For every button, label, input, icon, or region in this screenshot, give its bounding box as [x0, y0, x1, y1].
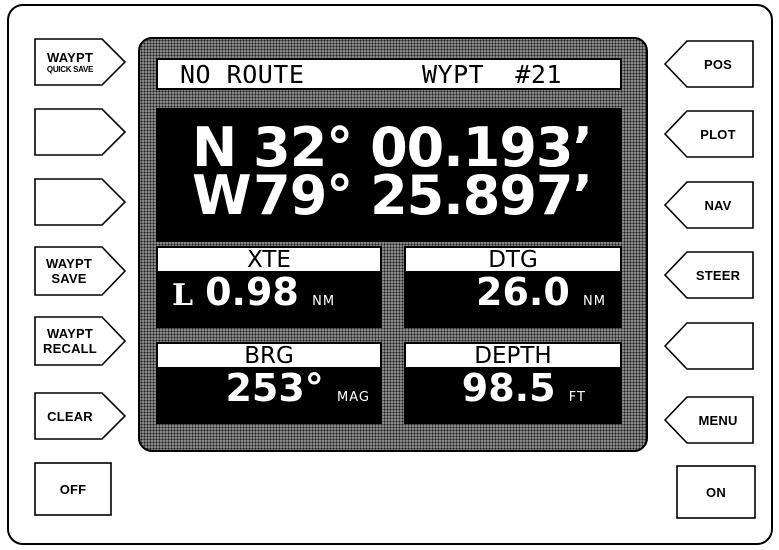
depth-label: DEPTH — [404, 342, 622, 369]
xte-label: XTE — [156, 246, 382, 273]
xte-value: 0.98 — [205, 270, 299, 314]
key-label: PLOT — [700, 126, 736, 142]
brg-readout: 253° MAG — [156, 368, 382, 424]
brg-label: BRG — [156, 342, 382, 369]
pos-button[interactable]: POS — [663, 40, 754, 88]
blank-soft-key-1[interactable] — [34, 108, 127, 156]
longitude-row: W 79° 25.897’ — [156, 168, 622, 224]
depth-value: 98.5 — [461, 366, 556, 410]
status-title-bar: NO ROUTE WYPT #21 — [156, 58, 622, 90]
dtg-value: 26.0 — [476, 270, 570, 314]
key-label: NAV — [704, 197, 732, 213]
dtg-unit: NM — [583, 294, 606, 309]
depth-unit: FT — [568, 390, 586, 405]
blank-soft-key-3[interactable] — [663, 322, 754, 370]
nav-button[interactable]: NAV — [663, 181, 754, 229]
position-readout: N 32° 00.193’ W 79° 25.897’ — [156, 108, 622, 242]
brg-unit: MAG — [337, 390, 370, 405]
route-status: NO ROUTE — [180, 60, 305, 89]
waypt-recall-button[interactable]: WAYPT RECALL — [34, 316, 127, 366]
depth-readout: 98.5 FT — [404, 368, 622, 424]
xte-value-group: L 0.98 NM — [172, 272, 335, 322]
waypt-save-button[interactable]: WAYPT SAVE — [34, 246, 127, 296]
xte-direction: L — [172, 278, 194, 313]
menu-button[interactable]: MENU — [663, 396, 754, 444]
xte-unit: NM — [312, 294, 336, 309]
key-label: WAYPT — [46, 49, 94, 65]
waypoint-number: WYPT #21 — [422, 60, 562, 89]
depth-value-group: 98.5 FT — [462, 368, 586, 418]
key-label: MENU — [698, 412, 738, 428]
clear-button[interactable]: CLEAR — [34, 392, 127, 440]
steer-button[interactable]: STEER — [663, 251, 754, 299]
key-label: WAYPT — [46, 326, 94, 341]
key-label: ON — [706, 484, 726, 500]
key-outline — [34, 108, 127, 156]
brg-value-group: 253° MAG — [225, 368, 370, 418]
dtg-value-group: 26.0 NM — [476, 272, 606, 322]
dtg-readout: 26.0 NM — [404, 272, 622, 328]
key-label-line2: RECALL — [43, 341, 97, 356]
key-label-line2: SAVE — [51, 271, 87, 286]
key-outline — [663, 322, 754, 370]
key-label: OFF — [59, 481, 87, 497]
key-label: WAYPT — [45, 256, 93, 271]
waypt-quick-save-button[interactable]: WAYPT QUICK SAVE — [34, 38, 127, 86]
plot-button[interactable]: PLOT — [663, 110, 754, 158]
on-button[interactable]: ON — [676, 465, 756, 519]
xte-readout: L 0.98 NM — [156, 272, 382, 328]
key-outline — [34, 178, 127, 226]
dtg-label: DTG — [404, 246, 622, 273]
key-label: STEER — [695, 267, 741, 283]
blank-soft-key-2[interactable] — [34, 178, 127, 226]
key-label: CLEAR — [47, 408, 93, 424]
key-sublabel: QUICK SAVE — [46, 64, 94, 74]
key-label: POS — [703, 56, 733, 72]
off-button[interactable]: OFF — [34, 462, 112, 516]
brg-value: 253° — [225, 366, 324, 410]
longitude-value: 79° 25.897’ — [253, 164, 593, 227]
longitude-hemisphere: W — [192, 164, 252, 227]
